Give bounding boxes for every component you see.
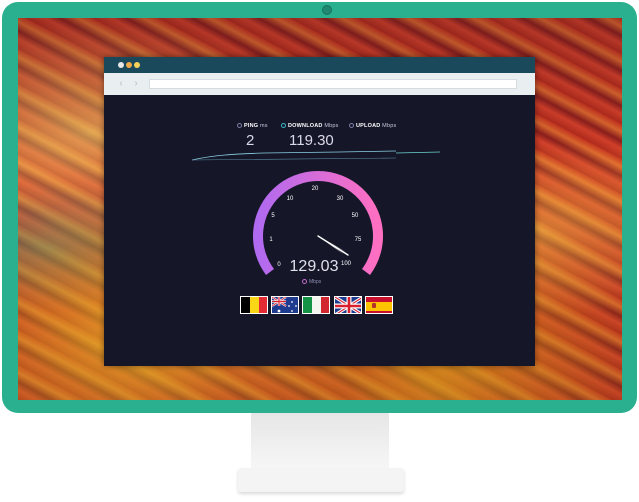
monitor-stand-neck xyxy=(251,413,389,471)
gauge-tick-10: 10 xyxy=(287,196,294,202)
australia-flag-graphic xyxy=(272,297,297,313)
speed-units: Mbps xyxy=(302,279,321,285)
spain-coat-of-arms xyxy=(372,303,376,308)
browser-window: ‹ › PING ms 2 DOWNLOAD Mbps 119.30 UPLOA… xyxy=(104,57,535,366)
spain-flag[interactable] xyxy=(365,296,393,314)
units-icon xyxy=(302,279,307,285)
uk-flag-graphic xyxy=(335,297,361,313)
gauge-tick-20: 20 xyxy=(312,186,319,192)
download-graph-baseline xyxy=(191,157,397,161)
monitor-stand-base xyxy=(238,468,404,492)
australia-flag[interactable] xyxy=(271,296,299,314)
gauge-tick-30: 30 xyxy=(337,196,344,202)
uk-flag[interactable] xyxy=(334,296,362,314)
speed-readout: 129.03 xyxy=(289,258,339,275)
gauge-tick-75: 75 xyxy=(355,237,362,243)
belgium-flag[interactable] xyxy=(240,296,268,314)
speedtest-graphics: 0 1 5 10 20 30 50 75 100 xyxy=(191,150,441,275)
speed-unit-label: Mbps xyxy=(309,279,322,285)
gauge-tick-5: 5 xyxy=(271,213,275,219)
gauge-tick-0: 0 xyxy=(277,262,281,268)
webcam xyxy=(322,5,332,15)
gauge-tick-1: 1 xyxy=(269,237,273,243)
gauge-tick-50: 50 xyxy=(352,213,359,219)
gauge-needle-line xyxy=(317,235,349,256)
italy-flag[interactable] xyxy=(302,296,330,314)
download-graph-line xyxy=(191,150,397,161)
graph-accent-line xyxy=(395,151,441,154)
